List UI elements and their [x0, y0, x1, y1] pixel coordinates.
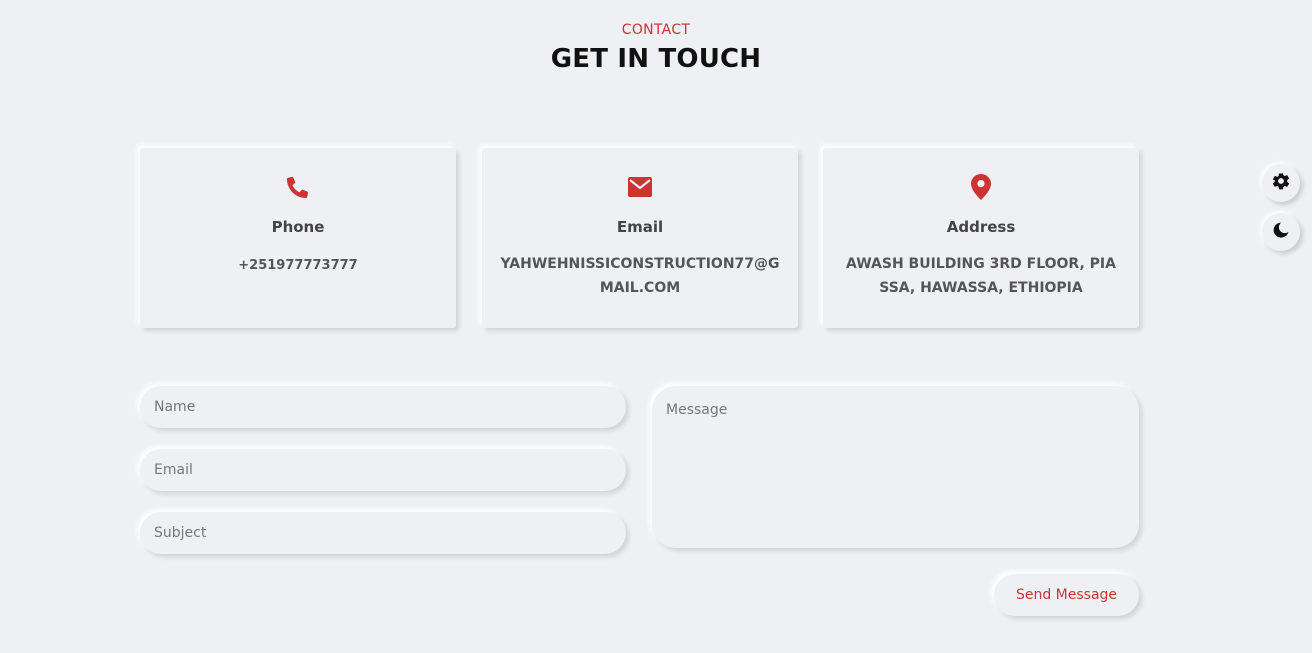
- message-textarea[interactable]: [652, 386, 1139, 548]
- card-label: Email: [616, 218, 664, 236]
- subject-input[interactable]: [140, 512, 626, 554]
- email-card: Email YAHWEHNISSICONSTRUCTION77@GMAIL.CO…: [482, 148, 798, 328]
- phone-icon: [140, 174, 456, 200]
- map-pin-icon: [823, 174, 1139, 200]
- card-label: Phone: [271, 218, 325, 236]
- email-input[interactable]: [140, 449, 626, 491]
- section-title: GET IN TOUCH: [550, 44, 762, 74]
- address-card: Address AWASH BUILDING 3RD FLOOR, PIASSA…: [823, 148, 1139, 328]
- name-input[interactable]: [140, 386, 626, 428]
- send-message-button[interactable]: Send Message: [994, 574, 1139, 616]
- address-text: AWASH BUILDING 3RD FLOOR, PIASSA, HAWASS…: [846, 256, 1116, 296]
- dark-mode-toggle[interactable]: [1262, 213, 1300, 251]
- envelope-icon: [482, 174, 798, 200]
- settings-button[interactable]: [1262, 164, 1300, 202]
- email-address: YAHWEHNISSICONSTRUCTION77@GMAIL.COM: [500, 256, 780, 296]
- card-label: Address: [946, 218, 1016, 236]
- contact-section: CONTACT GET IN TOUCH Phone +251977773777…: [0, 0, 1312, 653]
- phone-number: +251977773777: [238, 258, 358, 273]
- gear-icon: [1271, 171, 1291, 195]
- moon-icon: [1272, 221, 1290, 243]
- phone-card: Phone +251977773777: [140, 148, 456, 328]
- section-eyebrow: CONTACT: [621, 22, 691, 38]
